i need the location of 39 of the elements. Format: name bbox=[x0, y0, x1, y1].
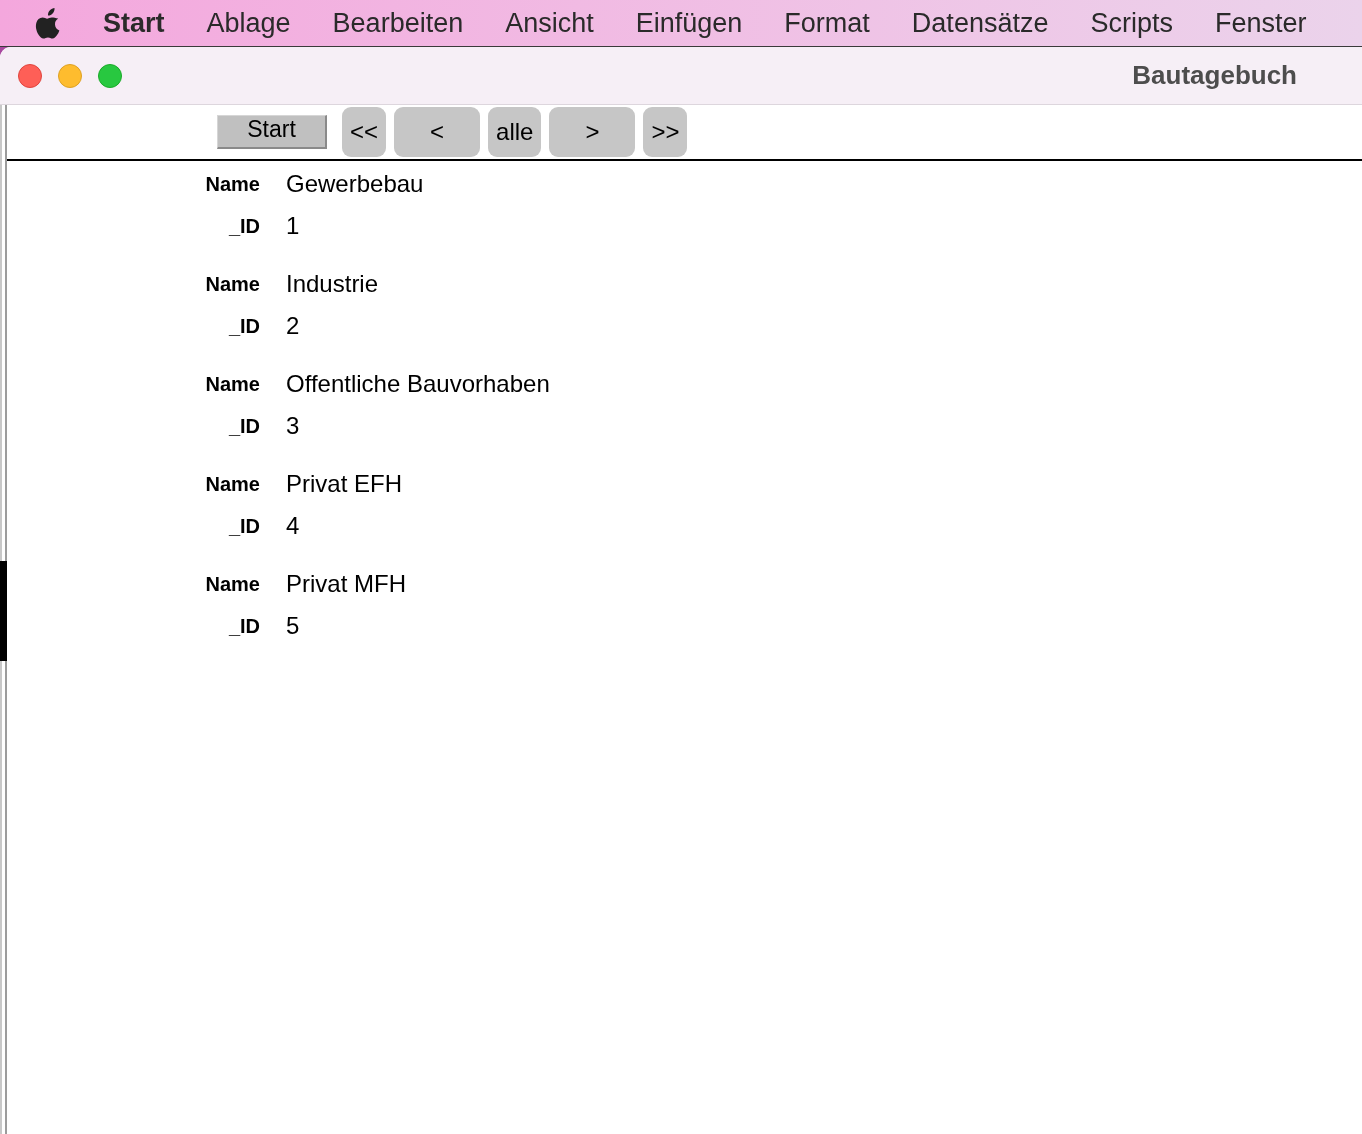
menu-item[interactable]: Scripts bbox=[1090, 9, 1173, 37]
field-value[interactable]: Offentliche Bauvorhaben bbox=[286, 366, 550, 402]
field-value[interactable]: Industrie bbox=[286, 266, 379, 302]
menu-item[interactable]: Format bbox=[784, 9, 870, 37]
field-label: Name bbox=[205, 272, 260, 297]
menu-item[interactable]: Ablage bbox=[206, 9, 291, 37]
field-value[interactable]: 3 bbox=[286, 408, 300, 444]
navigation-button[interactable]: > bbox=[549, 107, 636, 157]
field-value[interactable]: 1 bbox=[286, 208, 300, 244]
field-label: _ID bbox=[228, 614, 260, 639]
app-menu[interactable]: Start bbox=[103, 9, 165, 37]
field-label: Name bbox=[205, 372, 260, 397]
field-value[interactable]: 2 bbox=[286, 308, 300, 344]
menu-item[interactable]: Datensätze bbox=[911, 9, 1049, 37]
menu-item[interactable]: Einfügen bbox=[635, 9, 743, 37]
field-value[interactable]: Privat MFH bbox=[286, 566, 406, 602]
field-value[interactable]: Gewerbebau bbox=[286, 166, 424, 202]
field-value[interactable]: Privat EFH bbox=[286, 466, 402, 502]
navigation-button[interactable]: << bbox=[342, 107, 387, 157]
menu-item[interactable]: Ansicht bbox=[505, 9, 594, 37]
navigation-button[interactable]: alle bbox=[488, 107, 542, 157]
navigation-button[interactable]: < bbox=[394, 107, 481, 157]
menu-item[interactable]: Fenster bbox=[1215, 9, 1307, 37]
close-button[interactable] bbox=[18, 64, 42, 88]
window-title: Bautagebuch bbox=[1132, 59, 1297, 92]
field-label: _ID bbox=[228, 314, 260, 339]
start-button[interactable]: Start bbox=[217, 115, 327, 149]
navigation-button[interactable]: >> bbox=[643, 107, 688, 157]
field-label: Name bbox=[205, 172, 260, 197]
field-label: Name bbox=[205, 572, 260, 597]
field-value[interactable]: 4 bbox=[286, 508, 300, 544]
field-label: Name bbox=[205, 472, 260, 497]
field-label: _ID bbox=[228, 414, 260, 439]
field-value[interactable]: 5 bbox=[286, 608, 300, 644]
zoom-button[interactable] bbox=[98, 64, 122, 88]
minimize-button[interactable] bbox=[58, 64, 82, 88]
field-label: _ID bbox=[228, 514, 260, 539]
field-label: _ID bbox=[228, 214, 260, 239]
menu-item[interactable]: Bearbeiten bbox=[332, 9, 464, 37]
